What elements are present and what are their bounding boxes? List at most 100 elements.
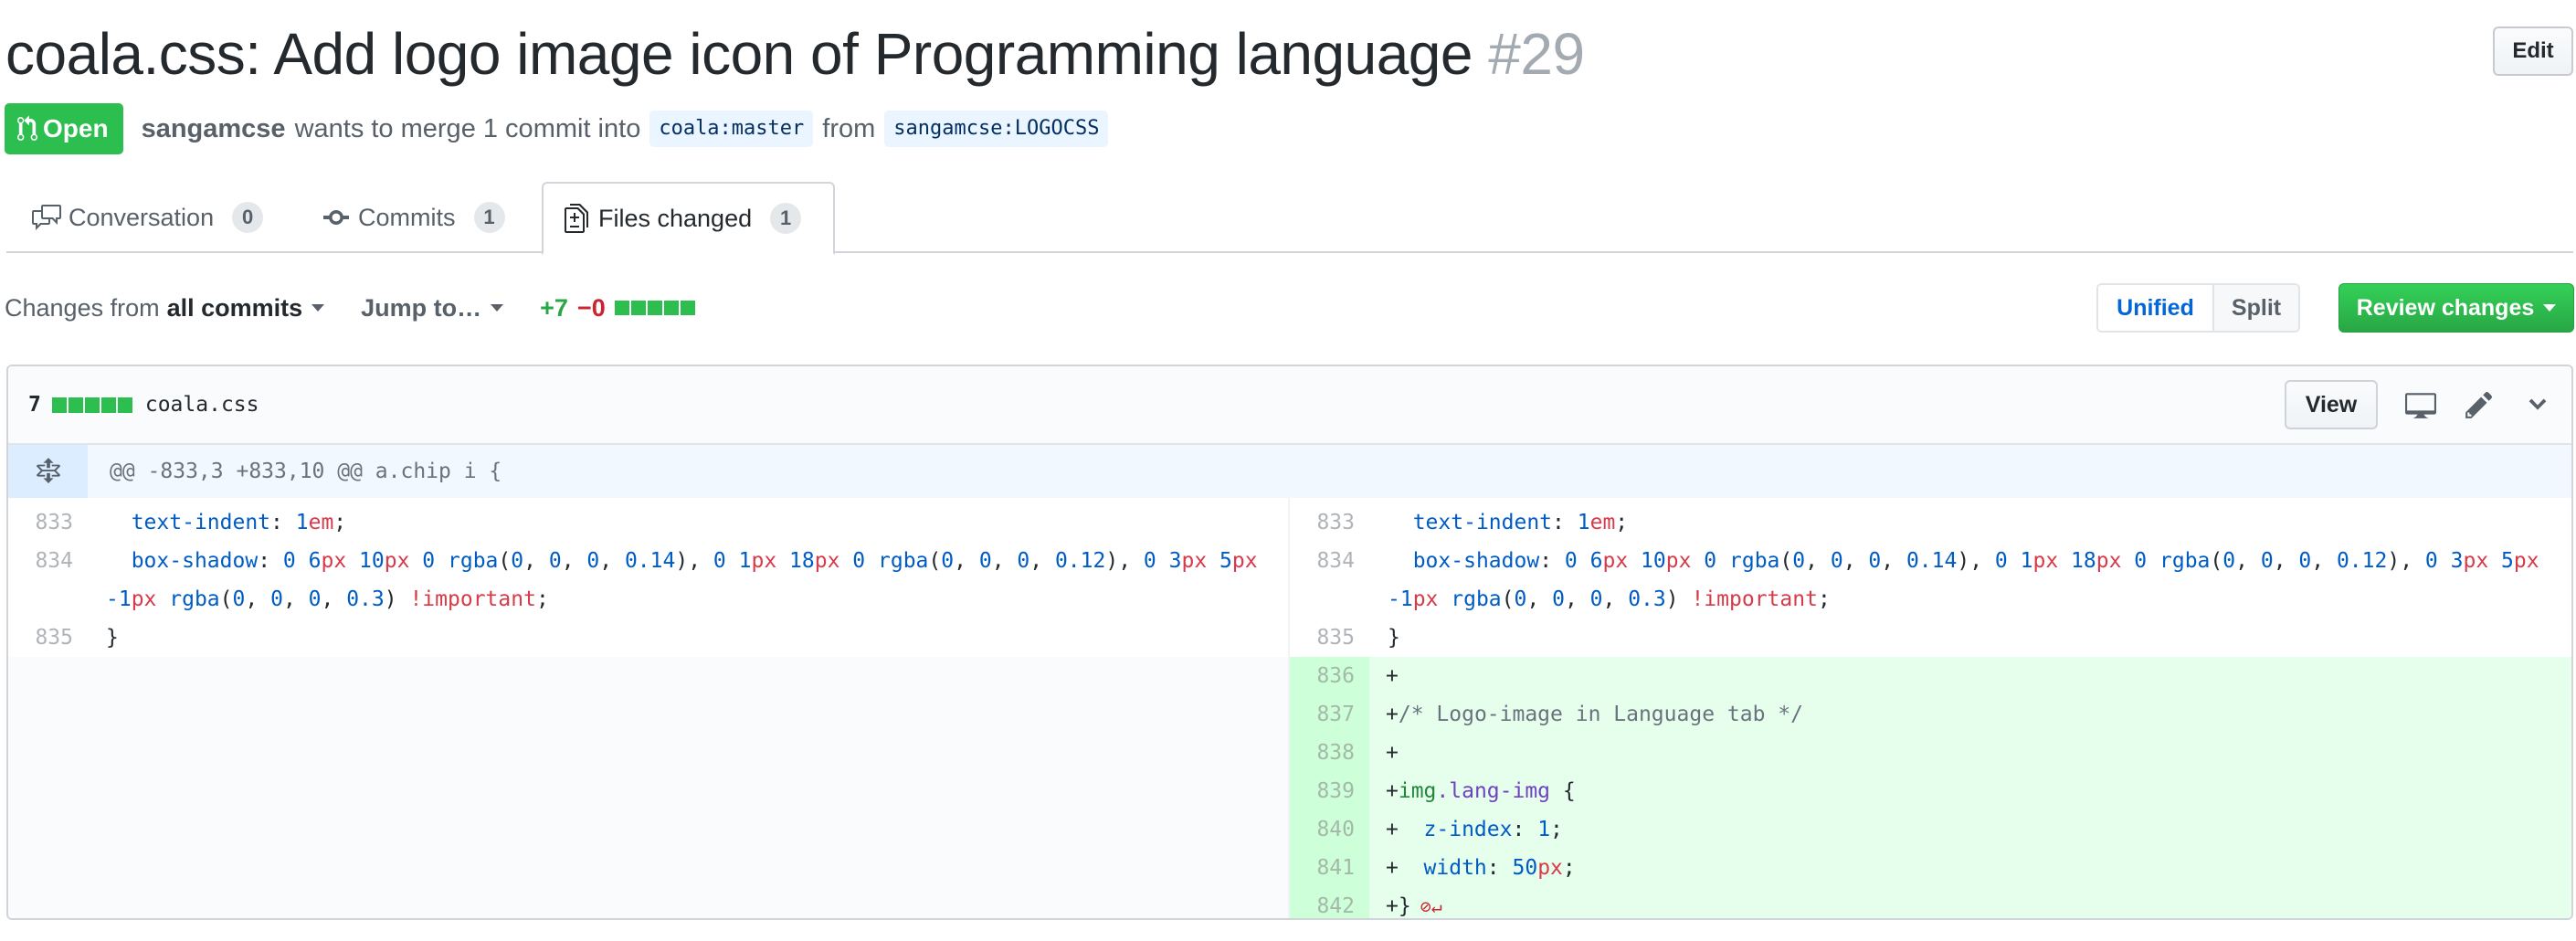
review-changes-button[interactable]: Review changes (2338, 283, 2574, 333)
base-branch[interactable]: coala:master (649, 111, 814, 147)
git-pull-request-icon (17, 115, 37, 141)
no-newline-icon: ⊘↵ (1420, 895, 1442, 917)
line-number[interactable]: 834 (8, 542, 88, 619)
git-commit-icon (323, 210, 349, 225)
empty-line-filler (8, 657, 1288, 918)
diff-line: 833 text-indent: 1em; (8, 498, 1288, 542)
caret-down-icon (2543, 304, 2557, 312)
code-line: +/* Logo-image in Language tab */ (1386, 703, 1803, 726)
line-number[interactable]: 834 (1290, 542, 1369, 619)
diffstat-block-added (68, 396, 83, 413)
file-header: 7 coala.css View (8, 366, 2571, 445)
diff-view-toggle: Unified Split (2096, 283, 2300, 333)
code-line: } (106, 626, 119, 650)
pr-meta: Open sangamcse wants to merge 1 commit i… (5, 103, 1109, 154)
tab-counter: 1 (770, 203, 802, 234)
pr-title-text: coala.css: Add logo image icon of Progra… (5, 21, 1473, 87)
hunk-header: @@ -833,3 +833,10 @@ a.chip i { (8, 445, 2571, 498)
code-line: box-shadow: 0 6px 10px 0 rgba(0, 0, 0, 0… (1388, 549, 2539, 611)
file-change-count: 7 (28, 393, 41, 417)
line-number[interactable]: 839 (1290, 772, 1369, 810)
review-changes-label: Review changes (2356, 294, 2535, 321)
tab-label: Files changed (598, 204, 753, 232)
diff-line-added: 839 +img.lang-img { (1290, 772, 2571, 810)
deletions-count: −0 (576, 293, 606, 322)
caret-down-icon (491, 304, 504, 312)
code-line: text-indent: 1em; (1412, 511, 1629, 534)
file-actions: View (2285, 379, 2553, 430)
diff-line: 833 text-indent: 1em; (1290, 498, 2571, 542)
pr-title: coala.css: Add logo image icon of Progra… (5, 13, 1585, 95)
diff-left-side: 833 text-indent: 1em; 834 box-shadow: 0 … (8, 498, 1290, 918)
pr-number: #29 (1488, 21, 1585, 87)
line-number[interactable]: 840 (1290, 810, 1369, 849)
diffstat-block-added (663, 301, 679, 315)
line-number[interactable]: 833 (8, 503, 88, 542)
split-diff: 833 text-indent: 1em; 834 box-shadow: 0 … (8, 498, 2571, 918)
display-rich-diff-button[interactable] (2405, 389, 2436, 420)
diff-line: 835 } (8, 619, 1288, 657)
chevron-down-icon (2528, 398, 2547, 410)
status-badge: Open (5, 103, 123, 154)
diff-line: 834 box-shadow: 0 6px 10px 0 rgba(0, 0, … (1290, 542, 2571, 619)
line-number[interactable]: 842 (1290, 887, 1369, 918)
diffstat-block-added (84, 396, 100, 413)
diffstat-block-added (100, 396, 116, 413)
device-desktop-icon (2405, 393, 2436, 418)
unfold-icon (36, 458, 60, 483)
head-branch[interactable]: sangamcse:LOGOCSS (884, 111, 1109, 147)
hunk-header-text: @@ -833,3 +833,10 @@ a.chip i { (110, 460, 502, 483)
line-number[interactable]: 838 (1290, 734, 1369, 772)
line-number[interactable]: 841 (1290, 849, 1369, 887)
tab-files-changed[interactable]: Files changed 1 (542, 182, 835, 255)
line-number[interactable]: 837 (1290, 695, 1369, 734)
diffstat-block-added (647, 301, 662, 315)
line-number[interactable]: 835 (1290, 619, 1369, 657)
diff-line-added: 838 + (1290, 734, 2571, 772)
diffstat-block-added (680, 301, 695, 315)
edit-file-button[interactable] (2464, 389, 2495, 420)
file-diffstat-blocks (51, 396, 132, 413)
diffstat: +7 −0 (540, 294, 695, 322)
tab-commits[interactable]: Commits 1 (303, 182, 523, 253)
changes-from-prefix: Changes from (5, 293, 160, 322)
view-file-button[interactable]: View (2285, 380, 2378, 429)
empty-gutter (8, 657, 88, 918)
jump-to-dropdown[interactable]: Jump to… (361, 293, 504, 322)
from-text: from (822, 113, 876, 143)
pr-tabs: Conversation 0 Commits 1 Files changed 1 (6, 182, 2573, 255)
file-name-link[interactable]: coala.css (145, 393, 259, 417)
code-line: +} ⊘↵ (1369, 887, 2571, 918)
code-line: + width: 50px; (1386, 856, 1576, 880)
line-number[interactable]: 833 (1290, 503, 1369, 542)
diff-line-added: 836 + (1290, 657, 2571, 695)
diff-line: 834 box-shadow: 0 6px 10px 0 rgba(0, 0, … (8, 542, 1288, 619)
edit-button[interactable]: Edit (2493, 26, 2573, 76)
changes-from-value: all commits (166, 293, 303, 322)
line-number[interactable]: 836 (1290, 657, 1369, 695)
split-button[interactable]: Split (2214, 285, 2298, 331)
diff-right-side: 833 text-indent: 1em; 834 box-shadow: 0 … (1290, 498, 2571, 918)
diffstat-blocks (614, 301, 695, 315)
status-label: Open (43, 114, 109, 143)
tab-conversation[interactable]: Conversation 0 (14, 182, 281, 253)
collapse-file-button[interactable] (2522, 389, 2553, 420)
code-line: box-shadow: 0 6px 10px 0 rgba(0, 0, 0, 0… (106, 549, 1258, 611)
diffstat-block-added (630, 301, 646, 315)
unified-button[interactable]: Unified (2098, 285, 2214, 331)
expand-button[interactable] (8, 445, 88, 498)
diffstat-block-added (614, 301, 629, 315)
diff-line-added: 842 +} ⊘↵ (1290, 887, 2571, 918)
tab-label: Commits (358, 203, 456, 231)
author-link[interactable]: sangamcse (142, 114, 286, 144)
line-number[interactable]: 835 (8, 619, 88, 657)
empty-code (88, 657, 1288, 918)
merge-text: wants to merge 1 commit into (294, 113, 641, 143)
jump-to-label: Jump to… (361, 293, 482, 322)
diff-toolbar: Changes from all commits Jump to… +7 −0 (5, 287, 695, 329)
changes-from-dropdown[interactable]: Changes from all commits (5, 293, 325, 322)
tab-label: Conversation (69, 203, 215, 231)
code-line: } (1388, 626, 1400, 650)
comment-discussion-icon (32, 205, 61, 230)
caret-down-icon (311, 304, 325, 312)
